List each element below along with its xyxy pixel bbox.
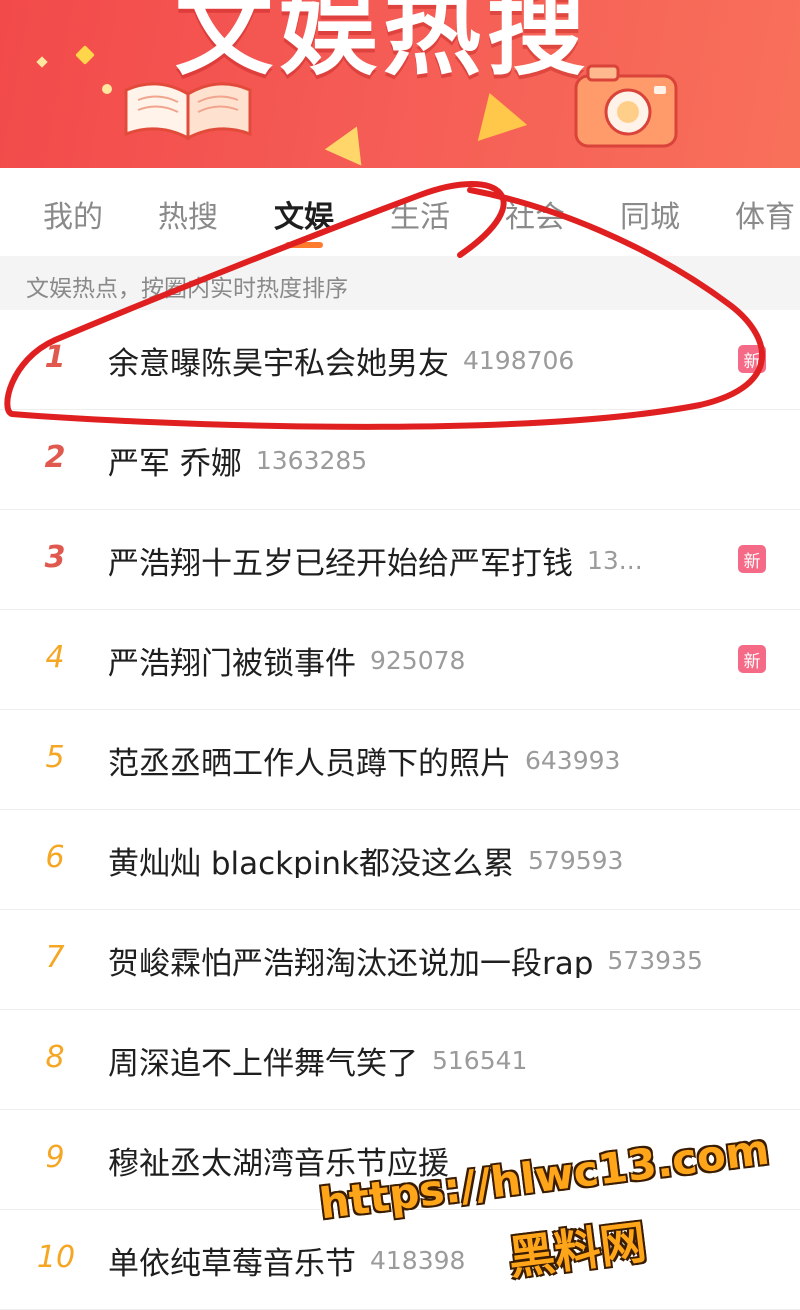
list-item[interactable]: 2 严军 乔娜 1363285 [0, 410, 800, 510]
tab-hot-search[interactable]: 热搜 [158, 192, 218, 236]
tab-entertainment[interactable]: 文娱 [274, 192, 334, 236]
item-title: 范丞丞晒工作人员蹲下的照片 [108, 746, 511, 778]
heat-value: 516541 [432, 1046, 528, 1075]
rank-number: 1 [44, 340, 66, 375]
heat-value: 643993 [525, 746, 621, 775]
rank-number: 6 [45, 840, 65, 875]
rank-number: 2 [44, 440, 66, 475]
rank-number: 8 [45, 1040, 65, 1075]
list-item[interactable]: 4 严浩翔门被锁事件 925078 新 [0, 610, 800, 710]
rank-number: 4 [45, 640, 65, 675]
item-title: 余意曝陈昊宇私会她男友 [108, 346, 449, 378]
list-item[interactable]: 1 余意曝陈昊宇私会她男友 4198706 新 [0, 310, 800, 410]
rank-number: 3 [44, 540, 66, 575]
list-item[interactable]: 7 贺峻霖怕严浩翔淘汰还说加一段rap 573935 [0, 910, 800, 1010]
list-item[interactable]: 8 周深追不上伴舞气笑了 516541 [0, 1010, 800, 1110]
item-title: 严浩翔十五岁已经开始给严军打钱 [108, 546, 573, 578]
sparkle-icon [102, 84, 112, 94]
header-banner: 文娱热搜 [0, 0, 800, 168]
heat-value: 4198706 [463, 346, 575, 375]
item-title: 周深追不上伴舞气笑了 [108, 1046, 418, 1078]
heat-value: 13... [587, 546, 643, 575]
sparkle-icon [75, 45, 95, 65]
sparkle-icon [36, 56, 48, 68]
heat-value: 573935 [607, 946, 703, 975]
list-description-bar: 文娱热点，按圈内实时热度排序 [0, 256, 800, 310]
tab-life[interactable]: 生活 [390, 192, 450, 236]
list-item[interactable]: 10 单依纯草莓音乐节 418398 [0, 1210, 800, 1310]
item-title: 贺峻霖怕严浩翔淘汰还说加一段rap [108, 946, 594, 978]
list-description: 文娱热点，按圈内实时热度排序 [26, 276, 348, 302]
rank-number: 7 [45, 940, 65, 975]
heat-value: 1363285 [255, 446, 368, 475]
heat-value: 418398 [370, 1246, 466, 1275]
tab-sports[interactable]: 体育 [735, 192, 795, 236]
item-title: 严浩翔门被锁事件 [108, 646, 356, 678]
new-badge: 新 [738, 545, 766, 573]
rank-number: 5 [45, 740, 65, 775]
triangle-decoration [324, 118, 376, 166]
tab-mine[interactable]: 我的 [43, 192, 103, 236]
list-item[interactable]: 6 黄灿灿 blackpink都没这么累 579593 [0, 810, 800, 910]
tab-society[interactable]: 社会 [505, 192, 565, 236]
item-title: 单依纯草莓音乐节 [108, 1246, 356, 1278]
item-title: 黄灿灿 blackpink都没这么累 [108, 846, 515, 878]
list-item[interactable]: 5 范丞丞晒工作人员蹲下的照片 643993 [0, 710, 800, 810]
rank-number: 10 [36, 1240, 76, 1275]
tab-local[interactable]: 同城 [620, 192, 680, 236]
item-title: 严军 乔娜 [108, 446, 242, 478]
new-badge: 新 [738, 645, 766, 673]
rank-number: 9 [45, 1140, 65, 1175]
new-badge: 新 [738, 345, 766, 373]
list-item[interactable]: 3 严浩翔十五岁已经开始给严军打钱 13... 新 [0, 510, 800, 610]
heat-value: 579593 [528, 846, 624, 875]
active-tab-indicator [285, 242, 323, 248]
banner-title: 文娱热搜 [175, 0, 592, 89]
heat-value: 925078 [370, 646, 466, 675]
category-tabs: 我的 热搜 文娱 生活 社会 同城 体育 [0, 168, 800, 256]
